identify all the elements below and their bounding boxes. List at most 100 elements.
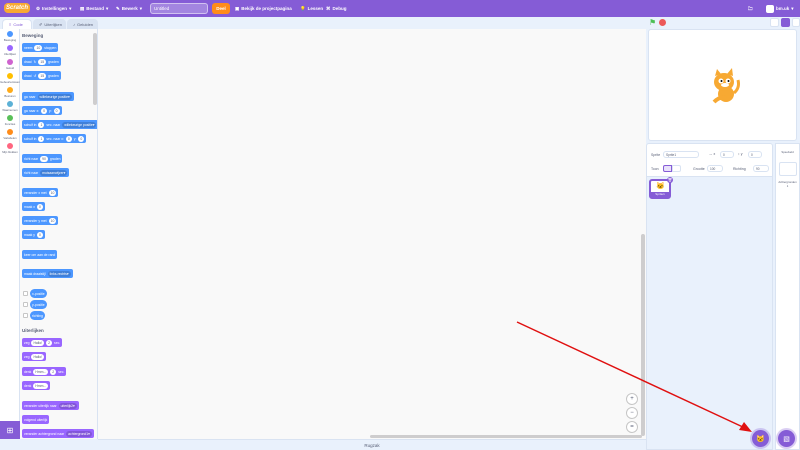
zoom-in-button[interactable]: +: [626, 393, 638, 405]
block-dropdown[interactable]: achtergrond1 ▾: [66, 430, 92, 437]
choose-sprite-button[interactable]: 🐱: [752, 430, 769, 447]
block-input[interactable]: 10: [48, 189, 57, 196]
block-dropdown[interactable]: uiterlijk2 ▾: [58, 402, 77, 409]
category-sensing[interactable]: Waarnemen: [0, 101, 20, 115]
show-visible-button[interactable]: [663, 165, 672, 172]
block-input[interactable]: 0: [78, 135, 85, 142]
block-direction[interactable]: richting: [30, 311, 45, 320]
block-dropdown[interactable]: willekeurige positie ▾: [62, 121, 97, 128]
block-input[interactable]: Hallo!: [31, 339, 45, 346]
edit-menu[interactable]: ✎ Bewerk ▾: [116, 0, 142, 17]
account-menu[interactable]: bm.uk ▾: [766, 0, 794, 17]
category-sound[interactable]: Geluid: [0, 59, 20, 73]
tab-code[interactable]: ≡ Code: [2, 19, 32, 29]
green-flag-icon[interactable]: ⚑: [649, 18, 656, 27]
delete-sprite-icon[interactable]: 🗑: [667, 177, 673, 183]
block-glide[interactable]: schuif in 1 sec. naar willekeurige posit…: [22, 120, 97, 129]
add-extension-button[interactable]: ⊞: [0, 421, 20, 439]
block-switch-costume[interactable]: verander uiterlijk naar uiterlijk2 ▾: [22, 401, 79, 410]
workspace-horizontal-scrollbar[interactable]: [370, 435, 642, 438]
category-looks[interactable]: Uiterlijken: [0, 45, 20, 59]
block-dropdown[interactable]: links-rechts ▾: [47, 270, 71, 277]
block-input[interactable]: 15: [38, 58, 47, 65]
block-think[interactable]: denk Hmm...: [22, 381, 51, 390]
block-input[interactable]: 0: [36, 231, 43, 238]
block-x-position[interactable]: x-positie: [30, 289, 47, 298]
stage-target-panel[interactable]: Speelveld Achtergronden 1: [775, 143, 800, 450]
block-input[interactable]: 90: [40, 155, 48, 162]
settings-menu[interactable]: ⚙ Instellingen ▾: [36, 0, 71, 17]
block-think-for-secs[interactable]: denk Hmm... 2 sec.: [22, 367, 67, 376]
block-say-for-secs[interactable]: zeg Hallo! 2 sec.: [22, 338, 63, 347]
block-next-costume[interactable]: volgend uiterlijk: [22, 415, 50, 424]
fullscreen-button[interactable]: [792, 18, 800, 27]
block-set-y[interactable]: maak y 0: [22, 230, 45, 239]
block-set-x[interactable]: maak x 0: [22, 202, 45, 211]
block-input[interactable]: 1: [38, 135, 45, 142]
y-position-input[interactable]: 0: [748, 151, 762, 158]
block-goto-xy[interactable]: ga naar x: 0 y: 0: [22, 106, 62, 115]
x-position-input[interactable]: 0: [720, 151, 734, 158]
block-input[interactable]: 0: [65, 135, 72, 142]
block-turn-right[interactable]: draai ↻ 15 graden: [22, 57, 61, 66]
small-stage-button[interactable]: [770, 18, 779, 27]
block-input[interactable]: 10: [34, 44, 43, 51]
xpos-checkbox[interactable]: [23, 291, 28, 296]
block-input[interactable]: 15: [38, 72, 47, 79]
block-goto[interactable]: ga naar willekeurige positie ▾: [22, 92, 74, 101]
block-input[interactable]: 2: [46, 339, 53, 346]
block-point-towards[interactable]: richt naar muisaanwijzer ▾: [22, 168, 70, 177]
palette-scrollbar[interactable]: [93, 33, 97, 105]
block-change-x[interactable]: verander x met 10: [22, 188, 59, 197]
zoom-reset-button[interactable]: =: [626, 421, 638, 433]
category-variables[interactable]: Variabelen: [0, 129, 20, 143]
size-input[interactable]: 100: [707, 165, 723, 172]
code-workspace[interactable]: [98, 29, 646, 439]
block-input[interactable]: 0: [53, 107, 60, 114]
block-input[interactable]: 1: [38, 121, 45, 128]
ypos-checkbox[interactable]: [23, 302, 28, 307]
project-title-input[interactable]: Untitled: [150, 3, 208, 14]
block-dropdown[interactable]: muisaanwijzer ▾: [40, 169, 68, 176]
block-input[interactable]: 0: [36, 203, 43, 210]
category-motion[interactable]: Beweging: [0, 31, 20, 45]
block-point-direction[interactable]: richt naar 90 graden: [22, 154, 63, 163]
category-events[interactable]: Gebeurtenissen: [0, 73, 20, 87]
scratch-logo[interactable]: Scratch: [4, 3, 30, 13]
tutorials-button[interactable]: 💡 Lessen: [300, 0, 323, 17]
block-change-y[interactable]: verander y met 10: [22, 216, 59, 225]
category-control[interactable]: Besturen: [0, 87, 20, 101]
block-input[interactable]: Hmm...: [33, 382, 49, 389]
stop-icon[interactable]: [659, 19, 666, 26]
block-switch-backdrop[interactable]: verander achtergrond naar achtergrond1 ▾: [22, 429, 94, 438]
see-project-page-button[interactable]: ▣ Bekijk de projectpagina: [235, 0, 292, 17]
backpack-header[interactable]: Rugzak: [98, 439, 646, 450]
my-stuff-button[interactable]: 🗀: [748, 0, 753, 17]
sprite-name-input[interactable]: Sprite1: [663, 151, 699, 158]
block-bounce[interactable]: keer om aan de rand: [22, 250, 58, 259]
file-menu[interactable]: ▤ Bestand ▾: [80, 0, 108, 17]
block-input[interactable]: 0: [41, 107, 47, 114]
category-my-blocks[interactable]: Mijn blokken: [0, 143, 20, 157]
choose-backdrop-button[interactable]: ▧: [778, 430, 795, 447]
sprite-tile[interactable]: 🐱 Sprite1 🗑: [649, 177, 673, 199]
stage[interactable]: [648, 29, 797, 141]
zoom-out-button[interactable]: −: [626, 407, 638, 419]
direction-input[interactable]: 90: [753, 165, 769, 172]
workspace-vertical-scrollbar[interactable]: [641, 234, 645, 436]
large-stage-button[interactable]: [781, 18, 790, 27]
block-input[interactable]: 10: [48, 217, 57, 224]
debug-button[interactable]: ⌘ Debug: [326, 0, 347, 17]
block-rotation-style[interactable]: maak draaistijl links-rechts ▾: [22, 269, 73, 278]
block-glide-xy[interactable]: schuif in 1 sec. naar x: 0 y: 0: [22, 134, 87, 143]
share-button[interactable]: Deel: [212, 3, 230, 14]
block-say[interactable]: zeg Hallo!: [22, 352, 47, 361]
block-input[interactable]: 2: [50, 368, 57, 375]
block-y-position[interactable]: y-positie: [30, 300, 47, 309]
block-input[interactable]: Hallo!: [31, 353, 45, 360]
block-input[interactable]: Hmm...: [33, 368, 49, 375]
hide-button[interactable]: [672, 165, 681, 172]
category-operators[interactable]: Functies: [0, 115, 20, 129]
block-dropdown[interactable]: willekeurige positie ▾: [37, 93, 72, 100]
tab-costumes[interactable]: ✐ Uiterlijken: [33, 19, 66, 29]
